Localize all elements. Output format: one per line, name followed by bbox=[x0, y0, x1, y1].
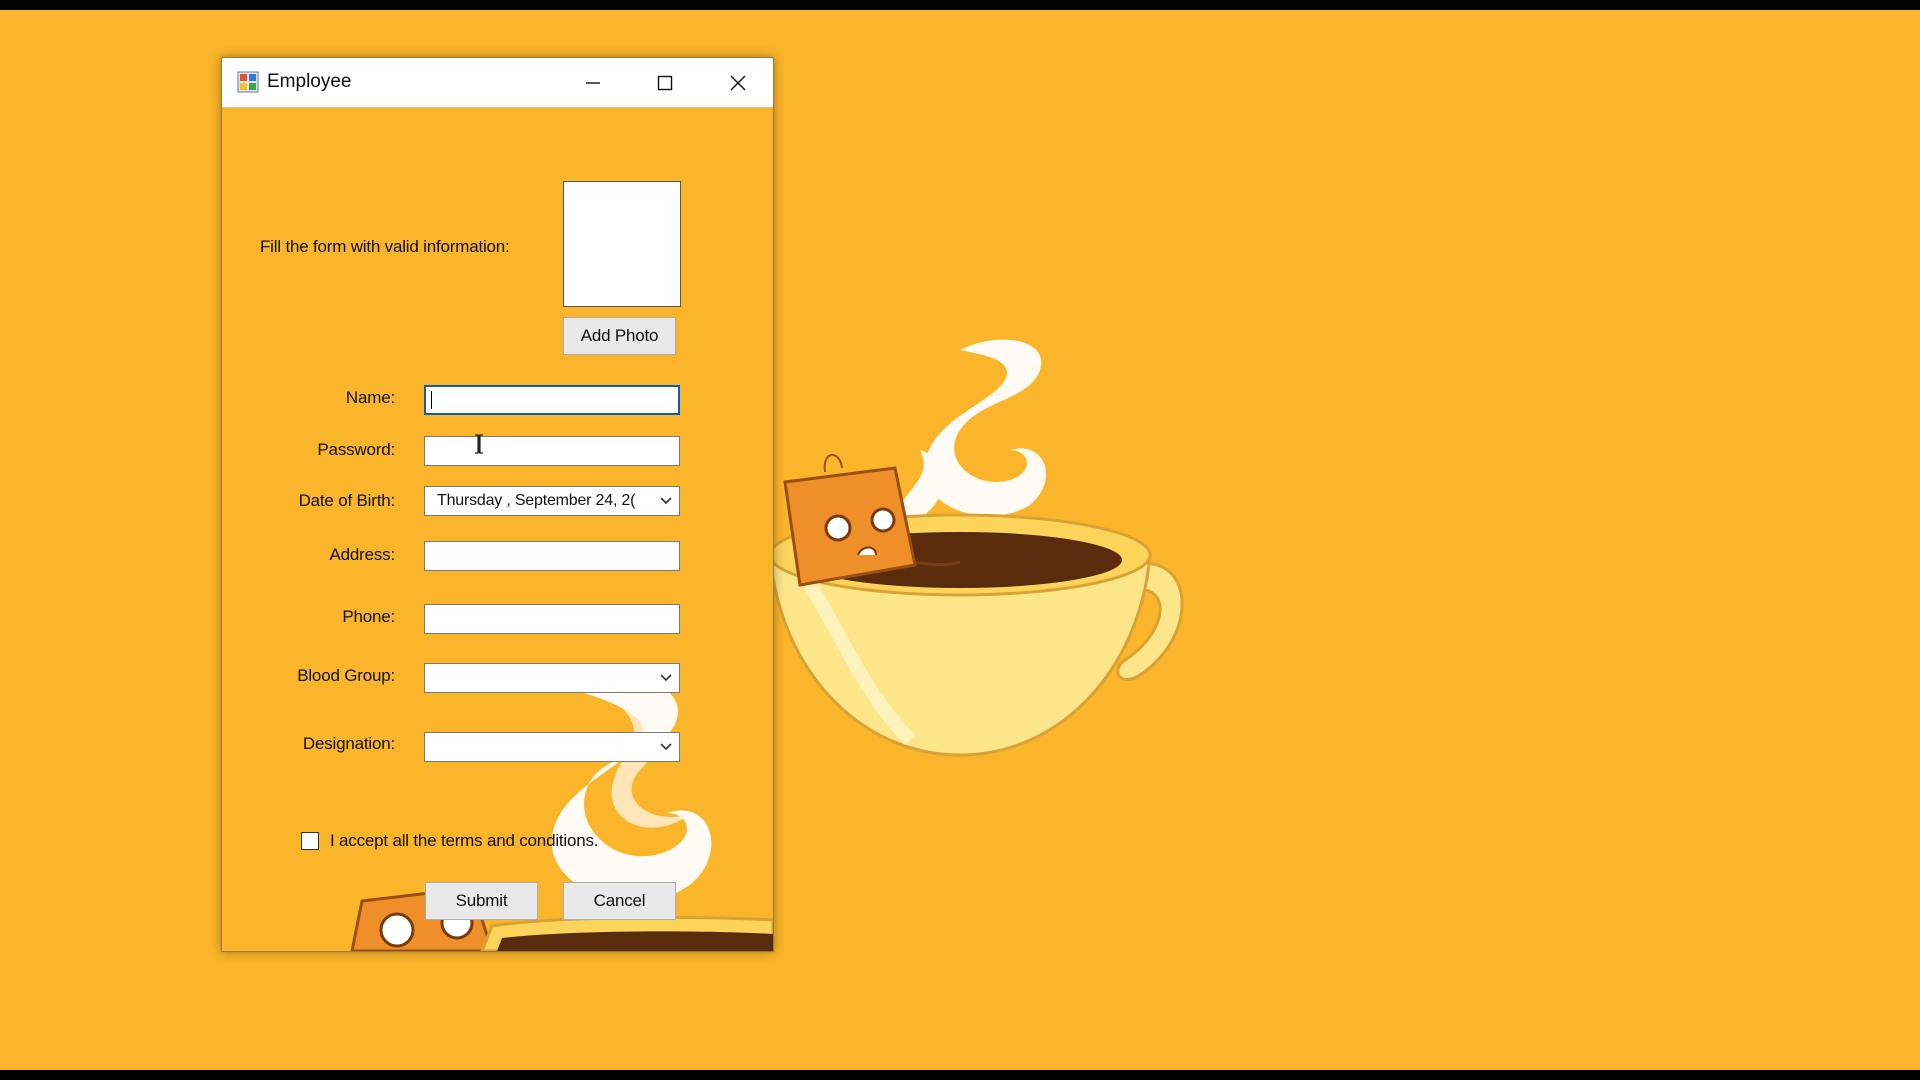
minimize-icon bbox=[586, 81, 600, 84]
title-bar[interactable]: Employee bbox=[222, 58, 773, 108]
chevron-down-icon[interactable] bbox=[659, 496, 673, 506]
password-input[interactable] bbox=[424, 436, 680, 466]
employee-window: Employee Fill the form with valid inform… bbox=[221, 57, 774, 952]
name-label: Name: bbox=[345, 388, 395, 407]
minimize-button[interactable] bbox=[558, 58, 628, 107]
dob-picker[interactable]: Thursday , September 24, 2( bbox=[424, 486, 680, 516]
add-photo-button[interactable]: Add Photo bbox=[563, 317, 676, 355]
tea-bag-character-illustration bbox=[783, 454, 917, 587]
maximize-button[interactable] bbox=[630, 58, 700, 107]
submit-button[interactable]: Submit bbox=[425, 882, 538, 920]
address-label: Address: bbox=[329, 545, 396, 564]
designation-label: Designation: bbox=[302, 734, 395, 753]
terms-label[interactable]: I accept all the terms and conditions. bbox=[330, 831, 599, 851]
app-icon bbox=[237, 71, 259, 93]
blood-group-label: Blood Group: bbox=[297, 666, 395, 685]
blood-group-select[interactable] bbox=[424, 663, 680, 693]
name-input-text[interactable] bbox=[426, 387, 678, 413]
text-caret bbox=[431, 391, 432, 409]
text-cursor-icon bbox=[475, 434, 483, 454]
close-button[interactable] bbox=[703, 58, 773, 107]
address-input[interactable] bbox=[424, 541, 680, 571]
dob-label: Date of Birth: bbox=[298, 491, 396, 510]
form-instruction: Fill the form with valid information: bbox=[260, 237, 510, 256]
chevron-down-icon[interactable] bbox=[659, 742, 673, 752]
form-body: Fill the form with valid information: Ad… bbox=[222, 108, 773, 951]
phone-input-text[interactable] bbox=[425, 605, 679, 633]
designation-select[interactable] bbox=[424, 732, 680, 762]
terms-checkbox[interactable] bbox=[301, 832, 319, 850]
window-title: Employee bbox=[267, 71, 352, 92]
photo-preview bbox=[563, 181, 681, 307]
dob-value: Thursday , September 24, 2( bbox=[437, 492, 636, 509]
name-input[interactable] bbox=[424, 385, 680, 415]
address-input-text[interactable] bbox=[425, 542, 679, 570]
form-background-illustration bbox=[350, 676, 773, 951]
cancel-button[interactable]: Cancel bbox=[563, 882, 676, 920]
desktop: Employee Fill the form with valid inform… bbox=[0, 10, 1920, 1070]
password-label: Password: bbox=[317, 440, 395, 459]
phone-label: Phone: bbox=[342, 607, 395, 626]
maximize-icon bbox=[657, 75, 673, 90]
close-icon bbox=[730, 75, 746, 90]
password-input-text[interactable] bbox=[425, 437, 679, 465]
phone-input[interactable] bbox=[424, 604, 680, 634]
chevron-down-icon[interactable] bbox=[659, 673, 673, 683]
